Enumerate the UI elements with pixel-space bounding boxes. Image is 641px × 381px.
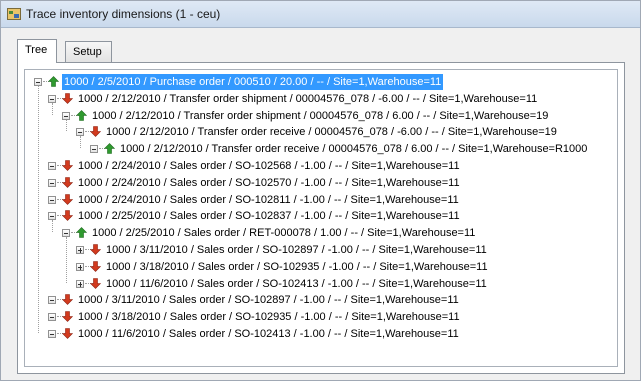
collapse-icon[interactable] [48,296,56,305]
collapse-icon[interactable] [76,128,84,137]
red-down-arrow-icon [62,160,73,171]
red-down-arrow-icon [62,92,73,104]
trace-tree[interactable]: 1000 / 2/5/2010 / Purchase order / 00051… [24,69,618,367]
green-up-arrow-icon [76,109,87,121]
red-down-arrow-icon [62,193,73,205]
green-up-arrow-icon [76,227,87,238]
tree-node-label[interactable]: 1000 / 2/12/2010 / Transfer order receiv… [104,124,559,140]
red-down-arrow-icon [90,244,101,255]
tree-node-label[interactable]: 1000 / 2/25/2010 / Sales order / RET-000… [90,225,477,241]
app-icon [7,8,21,20]
tree-node-label[interactable]: 1000 / 3/18/2010 / Sales order / SO-1029… [76,309,462,325]
red-down-arrow-icon [62,328,73,339]
expand-icon[interactable] [76,262,84,271]
green-up-arrow-icon [104,143,115,154]
collapse-icon[interactable] [48,162,56,170]
window-title: Trace inventory dimensions (1 - ceu) [26,7,221,21]
expand-icon[interactable] [76,246,84,254]
red-down-arrow-icon [62,176,73,188]
red-down-arrow-icon [90,260,101,272]
tree-node-label[interactable]: 1000 / 2/24/2010 / Sales order / SO-1025… [76,175,462,191]
red-down-arrow-icon [62,311,73,323]
collapse-icon[interactable] [62,111,70,120]
tree-node-label[interactable]: 1000 / 2/12/2010 / Transfer order shipme… [90,108,550,124]
tab-setup[interactable]: Setup [65,41,112,62]
tree-guide-line [66,119,67,132]
tree-node-label[interactable]: 1000 / 2/12/2010 / Transfer order shipme… [76,91,539,107]
tree-guide-line [66,237,67,283]
tree-node-label[interactable]: 1000 / 2/5/2010 / Purchase order / 00051… [62,74,444,90]
tree-guide-line [52,220,53,233]
collapse-icon[interactable] [62,229,70,238]
tree-node-label[interactable]: 1000 / 11/6/2010 / Sales order / SO-1024… [104,276,489,292]
tab-panel: 1000 / 2/5/2010 / Purchase order / 00051… [17,62,625,374]
tree-node-label[interactable]: 1000 / 2/12/2010 / Transfer order receiv… [118,141,589,157]
collapse-icon[interactable] [34,78,42,86]
collapse-icon[interactable] [48,94,56,103]
expand-icon[interactable] [76,279,84,288]
collapse-icon[interactable] [90,145,98,154]
collapse-icon[interactable] [48,330,56,338]
red-down-arrow-icon [90,126,101,138]
red-down-arrow-icon [90,277,101,289]
tree-node-label[interactable]: 1000 / 2/24/2010 / Sales order / SO-1025… [76,158,462,174]
red-down-arrow-icon [62,294,73,306]
collapse-icon[interactable] [48,212,56,221]
tree-node-label[interactable]: 1000 / 3/11/2010 / Sales order / SO-1028… [76,292,461,308]
title-bar[interactable]: Trace inventory dimensions (1 - ceu) [1,1,640,28]
tree-node-label[interactable]: 1000 / 3/18/2010 / Sales order / SO-1029… [104,259,490,275]
tree-guide-line [80,136,81,149]
collapse-icon[interactable] [48,195,56,204]
tree-guide-line [38,86,39,333]
tree-node-label[interactable]: 1000 / 11/6/2010 / Sales order / SO-1024… [76,326,461,342]
tree-node-label[interactable]: 1000 / 2/25/2010 / Sales order / SO-1028… [76,208,462,224]
tree-node-label[interactable]: 1000 / 3/11/2010 / Sales order / SO-1028… [104,242,489,258]
collapse-icon[interactable] [48,178,56,187]
red-down-arrow-icon [62,210,73,222]
collapse-icon[interactable] [48,313,56,322]
tree-guide-line [52,102,53,115]
tab-tree[interactable]: Tree [17,39,58,63]
trace-dialog: Trace inventory dimensions (1 - ceu) Tre… [0,0,641,381]
tree-node-label[interactable]: 1000 / 2/24/2010 / Sales order / SO-1028… [76,192,461,208]
green-up-arrow-icon [48,76,59,87]
